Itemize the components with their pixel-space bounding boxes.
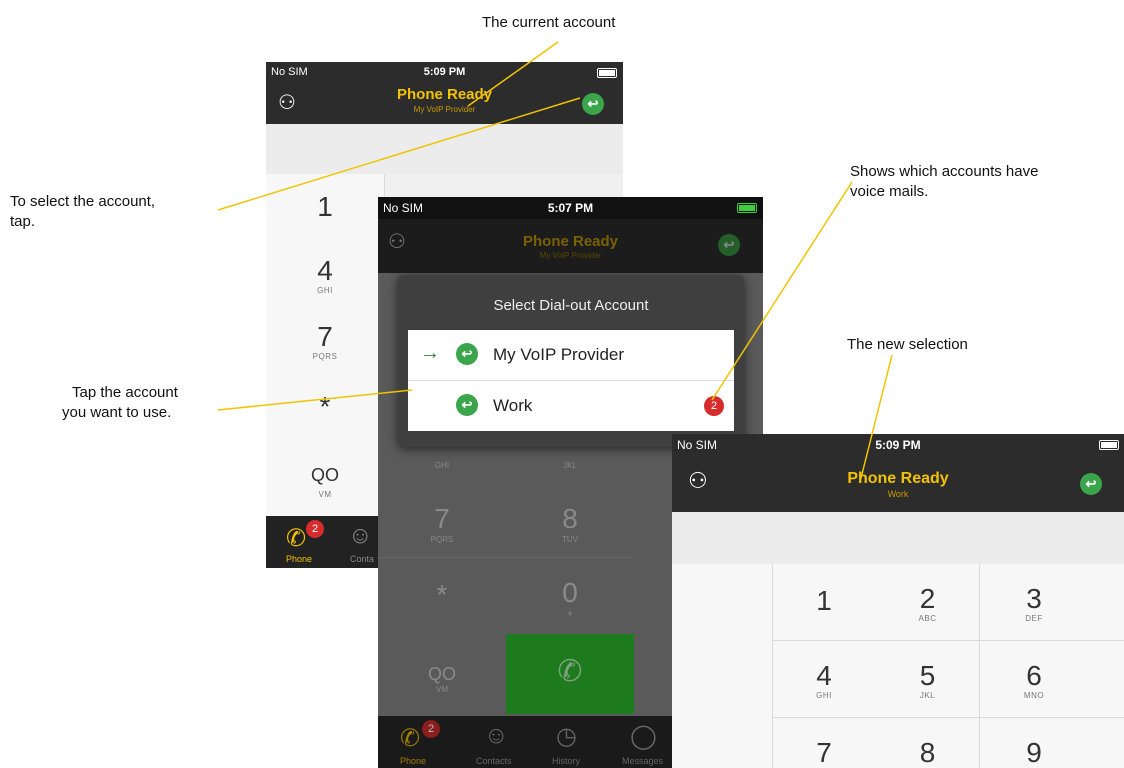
key-4[interactable]: 4 GHI bbox=[266, 240, 385, 307]
account-subtitle: Work bbox=[887, 489, 909, 499]
tab-contacts-label: Contacts bbox=[476, 756, 512, 766]
callout-current-account: The current account bbox=[482, 14, 616, 31]
key-0-dim: 0 + bbox=[562, 577, 578, 620]
number-display bbox=[266, 124, 623, 174]
callout-select-account-2: tap. bbox=[10, 213, 36, 230]
account-icon: ↩ bbox=[456, 394, 478, 416]
phone-tab-icon: ✆ bbox=[400, 725, 421, 752]
key-7[interactable]: 7 PQRS bbox=[266, 306, 385, 373]
status-bar: No SIM 5:09 PM bbox=[266, 62, 623, 84]
clock: 5:09 PM bbox=[875, 438, 921, 452]
select-account-dialog: Select Dial-out Account → ↩ My VoIP Prov… bbox=[398, 275, 744, 447]
callout-voicemail-1: Shows which accounts have bbox=[850, 163, 1039, 180]
key-1[interactable]: 1 bbox=[772, 564, 877, 641]
contacts-tab-icon: ☺ bbox=[484, 722, 509, 749]
key-7-dim: 7 PQRS bbox=[378, 497, 506, 558]
account-select-icon: ↩ bbox=[718, 234, 740, 256]
clock: 5:09 PM bbox=[423, 66, 466, 78]
number-display bbox=[672, 512, 1124, 564]
keypad-left-blank bbox=[672, 564, 773, 768]
page-title: Phone Ready bbox=[847, 470, 949, 487]
battery-icon bbox=[737, 203, 757, 213]
account-row-work[interactable]: ↩ Work 2 bbox=[408, 381, 734, 431]
key-voicemail-dim: QO VM bbox=[427, 664, 456, 694]
battery-icon bbox=[1099, 440, 1119, 450]
key-8-dim: 8 TUV bbox=[506, 497, 634, 558]
voicemail-badge: 2 bbox=[704, 396, 724, 416]
phone-tab-icon[interactable]: ✆ bbox=[286, 524, 306, 553]
page-title: Phone Ready bbox=[396, 86, 493, 103]
nav-bar: ⚇ Phone Ready My VoIP Provider ↩ bbox=[378, 219, 763, 273]
account-row-my-voip[interactable]: → ↩ My VoIP Provider bbox=[408, 330, 734, 381]
nav-bar: ⚇ Phone Ready My VoIP Provider ↩ bbox=[266, 84, 623, 124]
account-subtitle: My VoIP Provider bbox=[539, 251, 602, 260]
status-bar: No SIM 5:09 PM bbox=[672, 434, 1124, 456]
selected-arrow-icon: → bbox=[420, 342, 440, 364]
contacts-tab-icon[interactable]: ☺ bbox=[348, 522, 373, 550]
account-subtitle: My VoIP Provider bbox=[413, 105, 476, 114]
callout-voicemail-2: voice mails. bbox=[850, 183, 929, 200]
voicemail-badge: 2 bbox=[306, 520, 324, 538]
key-5-dim: JKL bbox=[563, 461, 577, 470]
key-star-dim: * bbox=[436, 579, 448, 610]
key-star[interactable]: * bbox=[266, 372, 385, 439]
key-9[interactable]: 9 bbox=[980, 718, 1124, 768]
tab-messages-label: Messages bbox=[622, 756, 664, 766]
nav-bar: ⚇ Phone Ready Work ↩ bbox=[672, 456, 1124, 512]
call-button: ✆ bbox=[506, 634, 634, 714]
history-tab-icon: ◷ bbox=[556, 723, 577, 750]
key-7[interactable]: 7 bbox=[772, 718, 877, 768]
callout-tap-account-2: you want to use. bbox=[62, 404, 172, 421]
clock: 5:07 PM bbox=[547, 201, 594, 215]
key-4-dim: GHI bbox=[434, 461, 450, 470]
callout-tap-account-1: Tap the account bbox=[72, 384, 178, 401]
phone-screen-3: No SIM 5:09 PM ⚇ Phone Ready Work ↩ 1 2A… bbox=[672, 434, 1124, 768]
key-voicemail[interactable]: QO VM bbox=[266, 438, 385, 517]
call-icon: ✆ bbox=[557, 655, 583, 688]
account-name: Work bbox=[493, 396, 533, 415]
tab-phone-label: Phone bbox=[400, 756, 427, 766]
tab-phone-label[interactable]: Phone bbox=[286, 554, 312, 564]
account-select-icon[interactable]: ↩ bbox=[1080, 473, 1102, 495]
callout-select-account-1: To select the account, bbox=[10, 193, 156, 210]
tab-history-label: History bbox=[552, 756, 581, 766]
key-6[interactable]: 6 MNO bbox=[980, 641, 1124, 718]
page-title: Phone Ready bbox=[522, 233, 619, 250]
key-3[interactable]: 3 DEF bbox=[980, 564, 1124, 641]
voicemail-badge: 2 bbox=[422, 720, 440, 738]
battery-icon bbox=[597, 68, 617, 78]
account-icon: ↩ bbox=[456, 343, 478, 365]
messages-tab-icon: ◯ bbox=[630, 723, 657, 750]
dialog-title: Select Dial-out Account bbox=[493, 297, 649, 314]
key-1[interactable]: 1 bbox=[266, 174, 385, 241]
key-4[interactable]: 4 GHI bbox=[772, 641, 877, 718]
account-select-icon[interactable]: ↩ bbox=[582, 93, 604, 115]
tab-contacts-label[interactable]: Conta bbox=[350, 554, 374, 564]
callout-new-selection: The new selection bbox=[847, 336, 968, 353]
status-bar: No SIM 5:07 PM bbox=[378, 197, 763, 219]
account-name: My VoIP Provider bbox=[493, 345, 625, 364]
